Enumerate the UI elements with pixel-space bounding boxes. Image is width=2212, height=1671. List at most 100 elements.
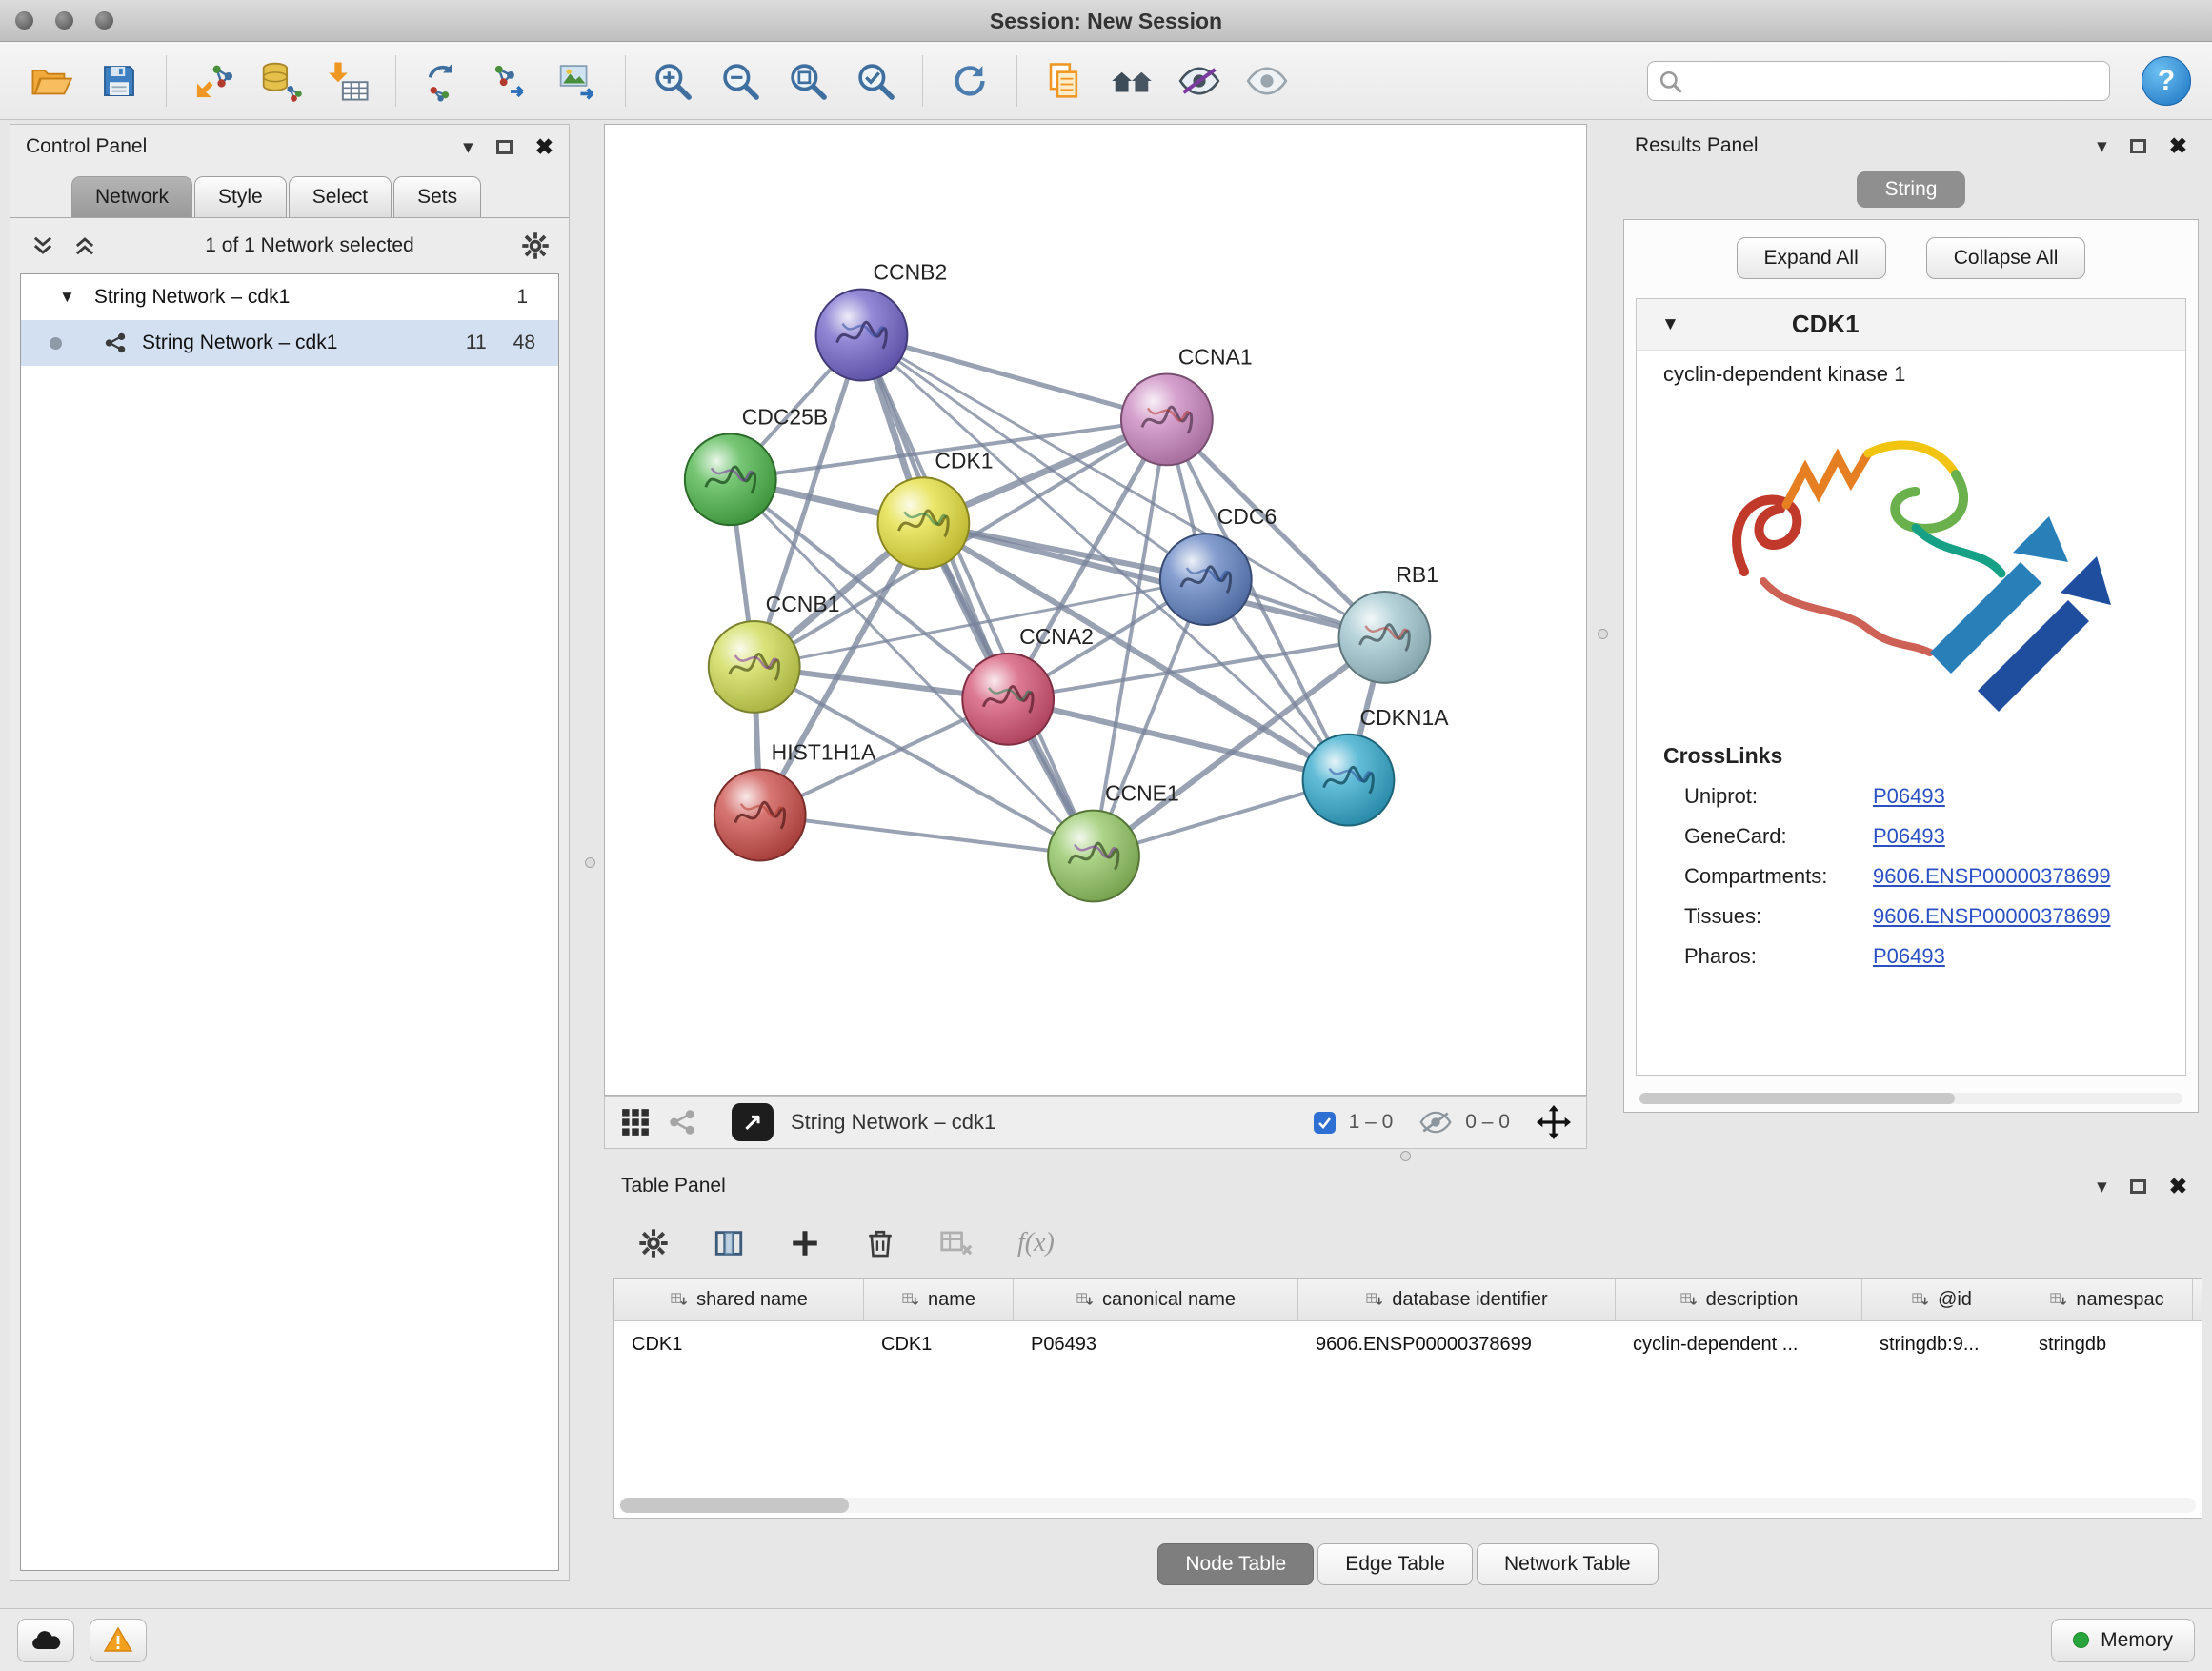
zoom-fit-icon [787,60,829,102]
insert-column-icon[interactable] [713,1227,745,1259]
tab-network-table[interactable]: Network Table [1477,1543,1659,1585]
network-node-CCNE1[interactable] [1048,811,1139,902]
grid-view-icon[interactable] [620,1107,651,1137]
network-collection-row[interactable]: ▼ String Network – cdk1 1 [21,274,558,320]
splitter-handle[interactable] [1400,1151,1411,1161]
network-node-CCNA1[interactable] [1121,373,1213,465]
column-header-name[interactable]: name [864,1279,1014,1320]
collapse-all-icon[interactable] [30,232,56,259]
hide-selected-button[interactable] [1169,50,1230,111]
panel-float-icon[interactable] [2130,1179,2146,1194]
zoom-fit-button[interactable] [777,50,838,111]
window-close-button[interactable] [15,11,33,30]
search-input[interactable] [1647,61,2110,101]
crosslink-label: Tissues: [1684,904,1873,929]
network-node-CDC25B[interactable] [685,433,776,525]
tree-expander-icon[interactable]: ▼ [59,288,75,307]
show-all-button[interactable] [1237,50,1297,111]
open-session-button[interactable] [21,50,82,111]
column-header-namespac[interactable]: namespac [2021,1279,2193,1320]
column-header-shared-name[interactable]: shared name [614,1279,864,1320]
column-header-database-identifier[interactable]: database identifier [1298,1279,1616,1320]
splitter-handle[interactable] [585,857,595,868]
add-icon[interactable] [789,1227,821,1259]
section-expander-icon[interactable]: ▼ [1661,314,1679,335]
string-network-graph[interactable]: CCNB2CCNA1CDC25BCDK1CDC6RB1CCNB1CCNA2CDK… [605,125,1586,1095]
zoom-in-button[interactable] [642,50,703,111]
import-network-file-button[interactable] [183,50,244,111]
window-minimize-button[interactable] [55,11,73,30]
tab-node-table[interactable]: Node Table [1157,1543,1314,1585]
panel-menu-icon[interactable]: ▾ [463,135,473,159]
column-header-canonical-name[interactable]: canonical name [1014,1279,1298,1320]
crosslink-row: GeneCard:P06493 [1637,816,2185,856]
gear-icon[interactable] [521,232,550,260]
scrollbar-thumb[interactable] [1639,1093,1955,1104]
panel-menu-icon[interactable]: ▾ [2097,134,2107,158]
network-node-CDKN1A[interactable] [1303,735,1395,826]
new-network-from-selection-button[interactable] [412,50,473,111]
column-header--id[interactable]: @id [1862,1279,2021,1320]
trash-icon[interactable] [865,1227,895,1259]
zoom-out-button[interactable] [710,50,771,111]
crosslink-link[interactable]: 9606.ENSP00000378699 [1873,904,2111,929]
crosslink-link[interactable]: P06493 [1873,784,1945,809]
panel-close-icon[interactable]: ✖ [535,134,553,160]
network-edge-CCNB2-CCNE1[interactable] [861,335,1094,856]
table-scrollbar-track[interactable] [620,1498,2196,1513]
share-view-icon[interactable] [668,1108,696,1137]
network-node-HIST1H1A[interactable] [714,770,806,861]
memory-button[interactable]: Memory [2051,1619,2195,1662]
table-scrollbar-thumb[interactable] [620,1498,849,1513]
tab-network[interactable]: Network [71,176,192,217]
collapse-all-button[interactable]: Collapse All [1926,237,2086,279]
network-row[interactable]: String Network – cdk1 11 48 [21,320,558,366]
splitter-handle[interactable] [1598,629,1608,639]
pan-crosshair-icon[interactable] [1537,1105,1571,1139]
save-session-button[interactable] [89,50,150,111]
network-node-CDK1[interactable] [877,477,969,569]
expand-all-button[interactable]: Expand All [1737,237,1886,279]
crosslink-link[interactable]: P06493 [1873,824,1945,849]
network-node-CCNB2[interactable] [816,290,908,381]
network-node-RB1[interactable] [1338,592,1430,683]
network-node-CCNA2[interactable] [962,654,1054,745]
cloud-button[interactable] [17,1619,74,1662]
column-header-description[interactable]: description [1616,1279,1862,1320]
birdseye-view-button[interactable]: ↗ [732,1103,774,1141]
expand-all-icon[interactable] [71,232,98,259]
tab-style[interactable]: Style [194,176,287,217]
crosslink-link[interactable]: 9606.ENSP00000378699 [1873,864,2111,889]
panel-float-icon[interactable] [496,140,513,154]
panel-menu-icon[interactable]: ▾ [2097,1175,2107,1198]
import-table-button[interactable] [318,50,379,111]
panel-float-icon[interactable] [2130,139,2146,153]
network-node-CCNB1[interactable] [709,621,800,713]
panel-close-icon[interactable]: ✖ [2169,1174,2187,1199]
help-button[interactable]: ? [2142,56,2191,106]
tab-sets[interactable]: Sets [393,176,481,217]
zoom-selected-button[interactable] [845,50,906,111]
results-scrollbar[interactable] [1639,1093,2182,1104]
panel-close-icon[interactable]: ✖ [2169,133,2187,159]
network-edge-HIST1H1A-CCNE1[interactable] [760,815,1094,856]
gene-section-header[interactable]: ▼ CDK1 [1637,299,2185,351]
import-network-database-button[interactable] [251,50,312,111]
houses-button[interactable] [1101,50,1162,111]
tab-edge-table[interactable]: Edge Table [1317,1543,1473,1585]
export-network-button[interactable] [480,50,541,111]
tab-select[interactable]: Select [289,176,392,217]
network-canvas[interactable]: CCNB2CCNA1CDC25BCDK1CDC6RB1CCNB1CCNA2CDK… [604,124,1587,1096]
warnings-button[interactable] [90,1619,147,1662]
network-node-CDC6[interactable] [1160,534,1252,625]
table-row[interactable]: CDK1CDK1P064939606.ENSP00000378699cyclin… [614,1321,2202,1367]
crosslink-link[interactable]: P06493 [1873,944,1945,969]
export-image-button[interactable] [548,50,609,111]
window-zoom-button[interactable] [95,11,113,30]
refresh-view-button[interactable] [939,50,1000,111]
copy-document-button[interactable] [1034,50,1095,111]
gear-icon[interactable] [638,1228,669,1258]
tab-string[interactable]: String [1857,171,1966,208]
table-panel-tabs: Node TableEdge TableNetwork Table [613,1543,2202,1585]
selected-checkbox-icon[interactable] [1314,1112,1336,1134]
